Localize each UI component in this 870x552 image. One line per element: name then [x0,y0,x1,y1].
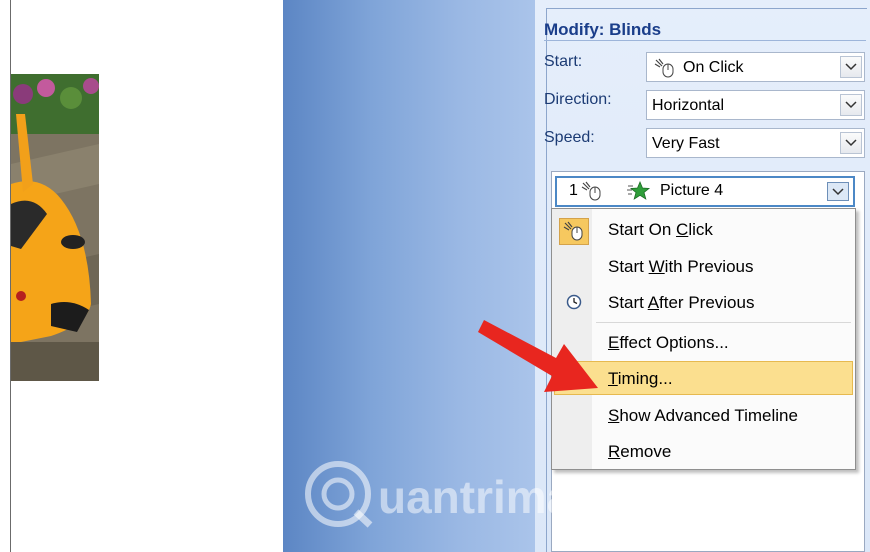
clock-icon [566,294,582,315]
slide-car-picture[interactable] [11,74,99,381]
checked-indicator [559,218,589,245]
direction-value: Horizontal [652,97,725,114]
menu-item-label: Show Advanced Timeline [608,406,798,425]
direction-dropdown[interactable]: Horizontal [646,90,865,120]
start-label: Start: [544,53,583,70]
effect-name: Picture 4 [660,182,724,199]
chevron-down-icon[interactable] [840,132,862,154]
effect-order-number: 1 [569,182,578,199]
start-value: On Click [683,59,744,76]
menu-item-show-advanced-timeline[interactable]: Show Advanced Timeline [554,398,853,432]
start-dropdown[interactable]: On Click [646,52,865,82]
red-arrow-annotation [474,318,614,400]
mouse-click-icon [581,181,603,206]
speed-label: Speed: [544,129,595,146]
menu-item-label: Start With Previous [608,257,754,276]
speed-dropdown[interactable]: Very Fast [646,128,865,158]
watermark-text: uantrimang [378,471,628,523]
speed-value: Very Fast [652,135,720,152]
menu-item-label: Timing... [608,369,673,388]
menu-item-start-with-previous[interactable]: Start With Previous [554,249,853,283]
menu-separator [596,322,851,323]
menu-item-start-on-click[interactable]: Start On Click [554,212,853,246]
chevron-down-icon[interactable] [840,56,862,78]
menu-item-label: Effect Options... [608,333,729,352]
quantrimang-watermark: uantrimang [300,457,650,532]
chevron-down-icon[interactable] [827,182,849,201]
mouse-click-icon [654,58,676,83]
menu-item-label: Start After Previous [608,293,755,312]
entrance-star-icon [627,180,651,206]
direction-label: Direction: [544,91,612,108]
pane-title: Modify: Blinds [544,20,662,39]
chevron-down-icon[interactable] [840,94,862,116]
menu-item-start-after-previous[interactable]: Start After Previous [554,285,853,319]
menu-item-label: Start On Click [608,220,713,239]
mouse-click-icon [563,221,585,246]
title-divider [544,40,866,41]
animation-list-item[interactable]: 1 Picture 4 [555,176,855,207]
